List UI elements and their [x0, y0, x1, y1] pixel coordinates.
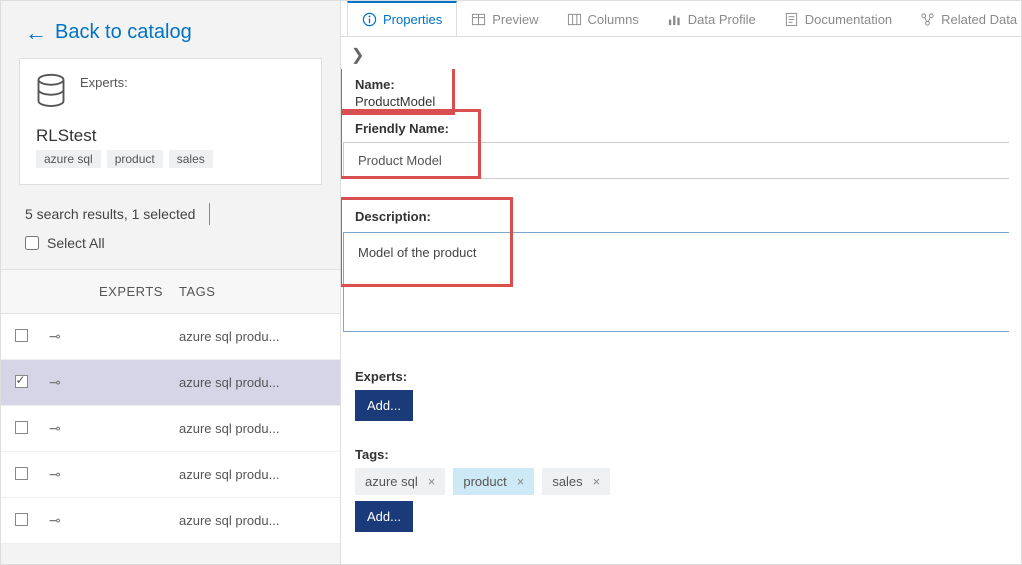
select-all-toggle[interactable]: Select All: [1, 231, 340, 269]
row-tags: azure sql produ...: [171, 406, 340, 452]
remove-tag-icon[interactable]: ×: [517, 474, 525, 489]
document-icon: [784, 12, 799, 27]
tab-label: Documentation: [805, 12, 892, 27]
add-expert-button[interactable]: Add...: [355, 390, 413, 421]
card-tag[interactable]: product: [107, 150, 163, 168]
row-checkbox[interactable]: [15, 329, 28, 342]
col-tags[interactable]: TAGS: [171, 270, 340, 314]
divider: [209, 203, 210, 225]
row-tags: azure sql produ...: [171, 498, 340, 544]
asset-card: Experts: RLStest azure sql product sales: [19, 58, 322, 185]
name-label: Name:: [355, 77, 1009, 92]
results-summary: 5 search results, 1 selected: [1, 203, 340, 231]
tag-label: azure sql: [365, 474, 418, 489]
experts-section: Experts: Add...: [343, 363, 1021, 427]
tab-columns[interactable]: Columns: [553, 1, 653, 36]
name-section: Name: ProductModel: [343, 71, 1021, 115]
properties-detail: Name: ProductModel Friendly Name: Descri…: [341, 69, 1021, 564]
table-row[interactable]: ⊸ azure sql produ...: [1, 360, 340, 406]
tab-label: Columns: [588, 12, 639, 27]
tab-label: Data Profile: [688, 12, 756, 27]
table-row[interactable]: ⊸ azure sql produ...: [1, 314, 340, 360]
connection-info-section: Connection Info:: [343, 558, 1021, 564]
tag-pill[interactable]: product ×: [453, 468, 534, 495]
chevron-right-icon: ❯: [351, 47, 364, 64]
app-root: ← Back to catalog Experts: RLStest azure…: [0, 0, 1022, 565]
tab-documentation[interactable]: Documentation: [770, 1, 906, 36]
table-row[interactable]: ⊸ azure sql produ...: [1, 498, 340, 544]
tab-label: Preview: [492, 12, 538, 27]
remove-tag-icon[interactable]: ×: [593, 474, 601, 489]
pin-icon[interactable]: ⊸: [49, 512, 61, 528]
table-row[interactable]: ⊸ azure sql produ...: [1, 452, 340, 498]
name-value: ProductModel: [355, 94, 1009, 109]
row-checkbox[interactable]: [15, 421, 28, 434]
tags-label: Tags:: [355, 447, 1009, 462]
tab-properties[interactable]: Properties: [347, 1, 457, 36]
back-to-catalog-link[interactable]: ← Back to catalog: [1, 1, 340, 58]
table-row[interactable]: ⊸ azure sql produ...: [1, 406, 340, 452]
row-tags: azure sql produ...: [171, 314, 340, 360]
card-tag[interactable]: sales: [169, 150, 213, 168]
columns-icon: [567, 12, 582, 27]
tab-label: Properties: [383, 12, 442, 27]
right-panel: Properties Preview Columns Data Profile …: [341, 1, 1021, 564]
tab-preview[interactable]: Preview: [457, 1, 552, 36]
remove-tag-icon[interactable]: ×: [428, 474, 436, 489]
pin-icon[interactable]: ⊸: [49, 466, 61, 482]
row-checkbox[interactable]: [15, 513, 28, 526]
card-tag[interactable]: azure sql: [36, 150, 101, 168]
row-tags: azure sql produ...: [171, 452, 340, 498]
tag-pill[interactable]: sales ×: [542, 468, 610, 495]
row-tags: azure sql produ...: [171, 360, 340, 406]
experts-label: Experts:: [355, 369, 1009, 384]
card-experts-label: Experts:: [80, 75, 128, 90]
arrow-left-icon: ←: [25, 22, 47, 44]
bar-chart-icon: [667, 12, 682, 27]
friendly-name-label: Friendly Name:: [355, 121, 1009, 136]
select-all-checkbox[interactable]: [25, 236, 39, 250]
tag-row: azure sql × product × sales ×: [355, 468, 1009, 495]
table-icon: [471, 12, 486, 27]
tab-label: Related Data: [941, 12, 1017, 27]
description-label: Description:: [355, 209, 1009, 224]
results-text: 5 search results, 1 selected: [25, 206, 195, 222]
tags-section: Tags: azure sql × product × sales × Add...: [343, 441, 1021, 538]
results-table: EXPERTS TAGS ⊸ azure sql produ... ⊸ azure s…: [1, 269, 340, 544]
expand-chevron[interactable]: ❯: [341, 37, 1021, 69]
friendly-name-input[interactable]: [343, 142, 1009, 179]
card-tags: azure sql product sales: [36, 150, 305, 168]
row-checkbox[interactable]: [15, 375, 28, 388]
description-textarea[interactable]: [343, 232, 1009, 332]
pin-icon[interactable]: ⊸: [49, 420, 61, 436]
tab-bar: Properties Preview Columns Data Profile …: [341, 1, 1021, 37]
card-asset-name: RLStest: [36, 126, 305, 146]
friendly-name-section: Friendly Name:: [343, 115, 1021, 185]
info-icon: [362, 12, 377, 27]
tag-pill[interactable]: azure sql ×: [355, 468, 445, 495]
description-section: Description:: [343, 203, 1021, 341]
select-all-label: Select All: [47, 235, 105, 251]
add-tag-button[interactable]: Add...: [355, 501, 413, 532]
tab-related-data[interactable]: Related Data: [906, 1, 1021, 36]
tag-label: product: [463, 474, 506, 489]
back-link-label: Back to catalog: [55, 21, 192, 44]
row-checkbox[interactable]: [15, 467, 28, 480]
tab-data-profile[interactable]: Data Profile: [653, 1, 770, 36]
pin-icon[interactable]: ⊸: [49, 374, 61, 390]
left-panel: ← Back to catalog Experts: RLStest azure…: [1, 1, 341, 564]
graph-icon: [920, 12, 935, 27]
col-experts[interactable]: EXPERTS: [91, 270, 171, 314]
tag-label: sales: [552, 474, 582, 489]
database-icon: [36, 73, 66, 112]
pin-icon[interactable]: ⊸: [49, 328, 61, 344]
